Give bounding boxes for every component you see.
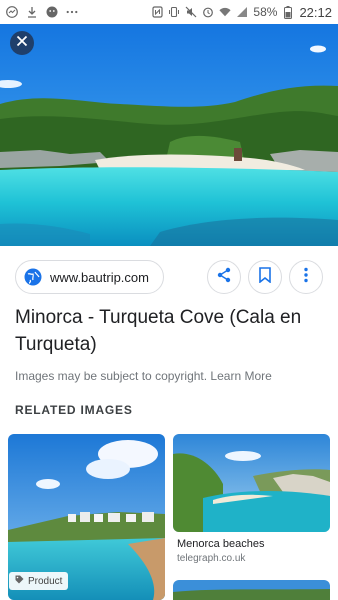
related-images-heading: RELATED IMAGES [15,403,133,417]
related-image-source[interactable]: telegraph.co.uk [177,553,245,564]
wifi-icon [219,6,231,18]
close-icon [16,34,28,52]
product-badge: Product [9,572,69,590]
copyright-notice[interactable]: Images may be subject to copyright. Lear… [15,369,272,383]
battery-percent: 58% [253,5,278,19]
smiley-icon [46,6,58,18]
image-title[interactable]: Minorca - Turqueta Cove (Cala en Turquet… [15,304,330,358]
source-domain: www.bautrip.com [50,269,149,285]
battery-icon [282,5,294,19]
share-icon [216,267,232,288]
related-image-card[interactable] [173,580,330,600]
save-button[interactable] [248,260,282,294]
nfc-icon [151,6,163,18]
product-badge-label: Product [28,575,63,587]
bookmark-icon [258,266,272,288]
status-left-icons [6,6,78,18]
related-image-label[interactable]: Menorca beaches [177,538,264,550]
tag-icon [15,575,24,587]
close-button[interactable] [10,31,34,55]
share-button[interactable] [207,260,241,294]
source-link-chip[interactable]: www.bautrip.com [15,260,164,294]
vibrate-icon [168,6,180,18]
signal-icon [236,6,248,18]
mute-icon [185,6,197,18]
more-dots-icon [66,6,78,18]
status-right-icons: 58% 22:12 [151,5,332,20]
more-options-button[interactable] [289,260,323,294]
more-vert-icon [303,267,309,288]
main-image[interactable] [0,24,338,246]
download-icon [26,6,38,18]
alarm-icon [202,6,214,18]
related-image-card[interactable] [173,434,330,532]
messenger-icon [6,6,18,18]
globe-icon [24,268,42,286]
source-action-row: www.bautrip.com [0,258,338,298]
status-bar: 58% 22:12 [0,0,338,24]
clock: 22:12 [299,4,332,20]
